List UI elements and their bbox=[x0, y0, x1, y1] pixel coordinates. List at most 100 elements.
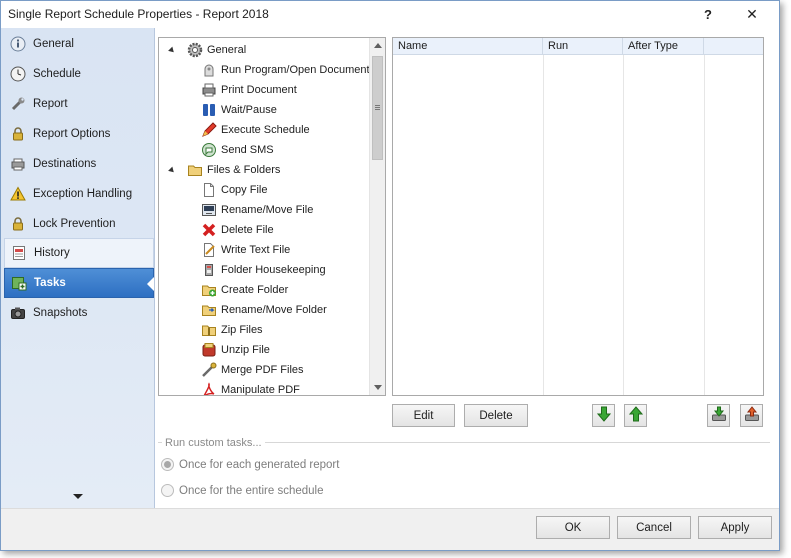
lock-icon bbox=[9, 215, 27, 233]
sidebar-item-label: General bbox=[33, 38, 74, 50]
sms-icon bbox=[201, 142, 217, 158]
sidebar-item-label: Snapshots bbox=[33, 307, 88, 319]
tasks-icon bbox=[10, 274, 28, 292]
clock-icon bbox=[9, 65, 27, 83]
tree-item[interactable]: Merge PDF Files bbox=[201, 360, 304, 380]
sidebar-item-label: Schedule bbox=[33, 68, 81, 80]
sidebar-item-destinations[interactable]: Destinations bbox=[4, 149, 154, 179]
move-down-button[interactable] bbox=[592, 404, 615, 427]
task-type-tree[interactable]: General Run Program/Open Document Print … bbox=[158, 37, 386, 396]
help-button[interactable]: ? bbox=[693, 4, 723, 25]
arrow-up-icon bbox=[628, 406, 643, 425]
history-icon bbox=[10, 244, 28, 262]
dialog-window: Single Report Schedule Properties - Repo… bbox=[0, 0, 780, 551]
sidebar-item-lock-prevention[interactable]: Lock Prevention bbox=[4, 209, 154, 239]
custom-tasks-label: Run custom tasks... bbox=[162, 437, 265, 449]
title-bar: Single Report Schedule Properties - Repo… bbox=[1, 1, 779, 28]
expand-arrow-icon[interactable] bbox=[168, 46, 176, 54]
tree-item[interactable]: Create Folder bbox=[201, 280, 288, 300]
sidebar-item-schedule[interactable]: Schedule bbox=[4, 59, 154, 89]
unzip-file-icon bbox=[201, 342, 217, 358]
expand-arrow-icon[interactable] bbox=[168, 166, 176, 174]
tree-item[interactable]: Wait/Pause bbox=[201, 100, 277, 120]
sidebar-item-label: Destinations bbox=[33, 158, 97, 170]
column-after-type[interactable]: After Type bbox=[623, 38, 704, 55]
tree-item[interactable]: Send SMS bbox=[201, 140, 274, 160]
export-icon bbox=[744, 406, 760, 425]
create-folder-icon bbox=[201, 282, 217, 298]
copy-file-icon bbox=[201, 182, 217, 198]
arrow-down-icon bbox=[596, 406, 611, 425]
sidebar: General Schedule Report Report Options D… bbox=[1, 28, 155, 508]
pdf-icon bbox=[201, 382, 217, 395]
sidebar-more-arrow-icon[interactable] bbox=[73, 494, 83, 499]
run-program-icon bbox=[201, 62, 217, 78]
task-list-header: Name Run After Type bbox=[393, 38, 763, 55]
sidebar-item-report-options[interactable]: Report Options bbox=[4, 119, 154, 149]
radio-once-per-schedule[interactable]: Once for the entire schedule bbox=[161, 484, 323, 497]
tree-item[interactable]: Run Program/Open Document bbox=[201, 60, 370, 80]
radio-button[interactable] bbox=[161, 458, 174, 471]
radio-button[interactable] bbox=[161, 484, 174, 497]
zip-files-icon bbox=[201, 322, 217, 338]
tree-item[interactable]: Execute Schedule bbox=[201, 120, 310, 140]
sidebar-item-label: Report bbox=[33, 98, 68, 110]
tree-item[interactable]: Unzip File bbox=[201, 340, 270, 360]
tree-item[interactable]: Rename/Move Folder bbox=[201, 300, 327, 320]
apply-button[interactable]: Apply bbox=[698, 516, 772, 539]
sidebar-item-label: Lock Prevention bbox=[33, 218, 116, 230]
warning-icon bbox=[9, 185, 27, 203]
tree-scrollbar[interactable] bbox=[369, 38, 385, 395]
tree-group-files-folders[interactable]: Files & Folders bbox=[168, 160, 280, 180]
import-icon bbox=[711, 406, 727, 425]
edit-button[interactable]: Edit bbox=[392, 404, 455, 427]
camera-icon bbox=[9, 304, 27, 322]
task-list[interactable]: Name Run After Type bbox=[392, 37, 764, 396]
sidebar-item-exception-handling[interactable]: Exception Handling bbox=[4, 179, 154, 209]
scroll-down-icon[interactable] bbox=[374, 385, 382, 390]
printer-icon bbox=[9, 155, 27, 173]
import-task-button[interactable] bbox=[707, 404, 730, 427]
ok-button[interactable]: OK bbox=[536, 516, 610, 539]
housekeeping-icon bbox=[201, 262, 217, 278]
window-title: Single Report Schedule Properties - Repo… bbox=[8, 7, 269, 21]
sidebar-item-label: Exception Handling bbox=[33, 188, 133, 200]
scrollbar-thumb[interactable] bbox=[372, 56, 383, 160]
execute-schedule-icon bbox=[201, 122, 217, 138]
info-icon bbox=[9, 35, 27, 53]
tree-item[interactable]: Rename/Move File bbox=[201, 200, 313, 220]
sidebar-item-report[interactable]: Report bbox=[4, 89, 154, 119]
tree-item[interactable]: Folder Housekeeping bbox=[201, 260, 326, 280]
tree-item[interactable]: Manipulate PDF bbox=[201, 380, 300, 395]
folder-icon bbox=[187, 162, 203, 178]
sidebar-item-general[interactable]: General bbox=[4, 29, 154, 59]
tree-item[interactable]: Print Document bbox=[201, 80, 297, 100]
export-task-button[interactable] bbox=[740, 404, 763, 427]
tree-item[interactable]: Delete File bbox=[201, 220, 274, 240]
radio-once-per-report[interactable]: Once for each generated report bbox=[161, 458, 339, 471]
tree-item[interactable]: Copy File bbox=[201, 180, 267, 200]
sidebar-item-history[interactable]: History bbox=[4, 238, 154, 268]
tree-item[interactable]: Write Text File bbox=[201, 240, 290, 260]
delete-icon bbox=[201, 222, 217, 238]
tree-item[interactable]: Zip Files bbox=[201, 320, 263, 340]
wrench-icon bbox=[9, 95, 27, 113]
tree-group-general[interactable]: General bbox=[168, 40, 246, 60]
sidebar-item-snapshots[interactable]: Snapshots bbox=[4, 298, 154, 328]
sidebar-item-tasks[interactable]: Tasks bbox=[4, 268, 154, 298]
column-run[interactable]: Run bbox=[543, 38, 623, 55]
sidebar-item-label: Tasks bbox=[34, 277, 66, 289]
write-text-file-icon bbox=[201, 242, 217, 258]
pause-icon bbox=[201, 102, 217, 118]
cancel-button[interactable]: Cancel bbox=[617, 516, 691, 539]
close-button[interactable]: ✕ bbox=[737, 4, 767, 25]
rename-folder-icon bbox=[201, 302, 217, 318]
gear-icon bbox=[187, 42, 203, 58]
column-name[interactable]: Name bbox=[393, 38, 543, 55]
sidebar-item-label: History bbox=[34, 247, 70, 259]
merge-pdf-icon bbox=[201, 362, 217, 378]
scroll-up-icon[interactable] bbox=[374, 43, 382, 48]
print-document-icon bbox=[201, 82, 217, 98]
delete-button[interactable]: Delete bbox=[464, 404, 528, 427]
move-up-button[interactable] bbox=[624, 404, 647, 427]
